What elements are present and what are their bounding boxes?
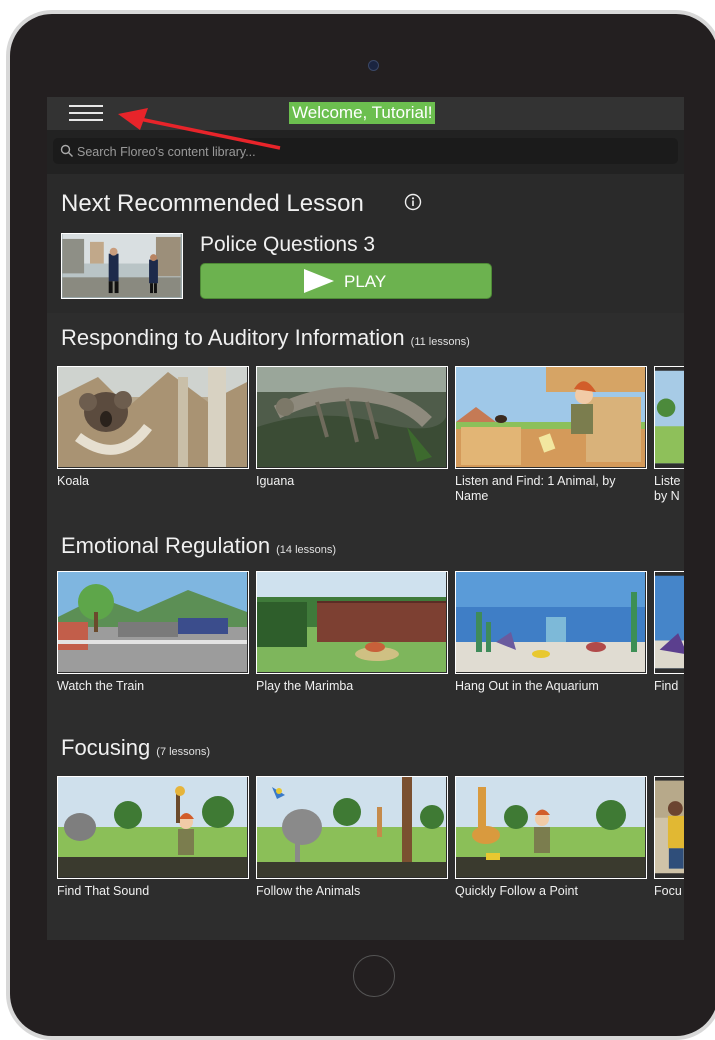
lesson-label: Iguana [256, 474, 295, 488]
lesson-label: Liste by N [654, 474, 681, 503]
recommended-title: Next Recommended Lesson [61, 190, 364, 217]
annotation-arrow-icon [118, 108, 281, 150]
lesson-label: Koala [57, 474, 89, 488]
lesson-label: Hang Out in the Aquarium [455, 679, 599, 693]
section-title-text: Focusing [61, 735, 151, 760]
section-title-text: Responding to Auditory Information [61, 325, 405, 350]
lesson-card-partial[interactable]: Find [654, 571, 684, 694]
section-title-text: Emotional Regulation [61, 533, 271, 558]
section-title: Responding to Auditory Information (11 le… [61, 325, 470, 351]
safari-jeep-image [456, 367, 645, 467]
safari-image [655, 370, 684, 464]
lesson-label: Find That Sound [57, 884, 150, 898]
play-icon [304, 269, 334, 293]
aquarium-image [456, 572, 645, 672]
recommended-lesson-panel: Next Recommended Lesson Police Questions… [47, 174, 684, 313]
section-auditory: Responding to Auditory Information (11 le… [47, 313, 684, 523]
lesson-card-koala[interactable]: Koala [57, 366, 249, 489]
section-count: (14 lessons) [276, 544, 337, 556]
train-image [58, 572, 247, 672]
person-image [655, 780, 684, 874]
app-screen: Welcome, Tutorial! Next Recommended Less… [47, 97, 684, 940]
section-focusing: Focusing (7 lessons) Find That Sound Foll… [47, 723, 684, 940]
lesson-thumbnail [57, 776, 249, 879]
section-title: Focusing (7 lessons) [61, 735, 210, 761]
hamburger-menu-icon[interactable] [69, 104, 103, 122]
koala-image [58, 367, 247, 467]
lesson-thumbnail [654, 366, 684, 469]
section-emotional-regulation: Emotional Regulation (14 lessons) Watch t… [47, 523, 684, 723]
lesson-thumbnail [455, 776, 647, 879]
marimba-garden-image [257, 572, 446, 672]
lesson-card-iguana[interactable]: Iguana [256, 366, 448, 489]
lesson-label: Follow the Animals [256, 884, 361, 898]
section-count: (11 lessons) [410, 336, 470, 348]
lesson-card-listen-and-find[interactable]: Listen and Find: 1 Animal, by Name [455, 366, 647, 504]
lesson-card-quickly-follow-a-point[interactable]: Quickly Follow a Point [455, 776, 647, 899]
play-button[interactable]: PLAY [200, 263, 492, 299]
lesson-thumbnail [256, 571, 448, 674]
lesson-thumbnail [455, 571, 647, 674]
recommended-lesson-name: Police Questions 3 [200, 233, 376, 256]
lesson-thumbnail [57, 366, 249, 469]
lesson-card-play-the-marimba[interactable]: Play the Marimba [256, 571, 448, 694]
search-icon [60, 144, 73, 157]
home-button[interactable] [353, 955, 395, 997]
lesson-label: Focu [654, 884, 682, 898]
lesson-card-aquarium[interactable]: Hang Out in the Aquarium [455, 571, 647, 694]
recommended-thumbnail[interactable] [61, 233, 183, 299]
lesson-label: Listen and Find: 1 Animal, by Name [455, 474, 616, 503]
lesson-thumbnail [57, 571, 249, 674]
play-label: PLAY [344, 272, 387, 291]
iguana-image [257, 367, 446, 467]
lesson-thumbnail [654, 776, 684, 879]
lesson-thumbnail [654, 571, 684, 674]
welcome-banner: Welcome, Tutorial! [289, 102, 436, 124]
lesson-card-partial[interactable]: Liste by N [654, 366, 684, 504]
lesson-thumbnail [256, 366, 448, 469]
camera-icon [368, 60, 379, 71]
section-count: (7 lessons) [156, 746, 211, 758]
lesson-card-partial[interactable]: Focu [654, 776, 684, 899]
police-scene-image [62, 234, 181, 297]
section-title: Emotional Regulation (14 lessons) [61, 533, 336, 559]
info-icon[interactable] [404, 193, 422, 211]
lesson-label: Watch the Train [57, 679, 145, 693]
lesson-label: Find [654, 679, 679, 693]
safari-animals-image [257, 777, 446, 877]
lesson-thumbnail [256, 776, 448, 879]
safari-giraffe-image [456, 777, 645, 877]
lesson-card-find-that-sound[interactable]: Find That Sound [57, 776, 249, 899]
aquarium-image [655, 575, 684, 669]
safari-elephant-image [58, 777, 247, 877]
lesson-thumbnail [455, 366, 647, 469]
lesson-card-watch-the-train[interactable]: Watch the Train [57, 571, 249, 694]
lesson-card-follow-the-animals[interactable]: Follow the Animals [256, 776, 448, 899]
lesson-label: Quickly Follow a Point [455, 884, 578, 898]
lesson-label: Play the Marimba [256, 679, 354, 693]
